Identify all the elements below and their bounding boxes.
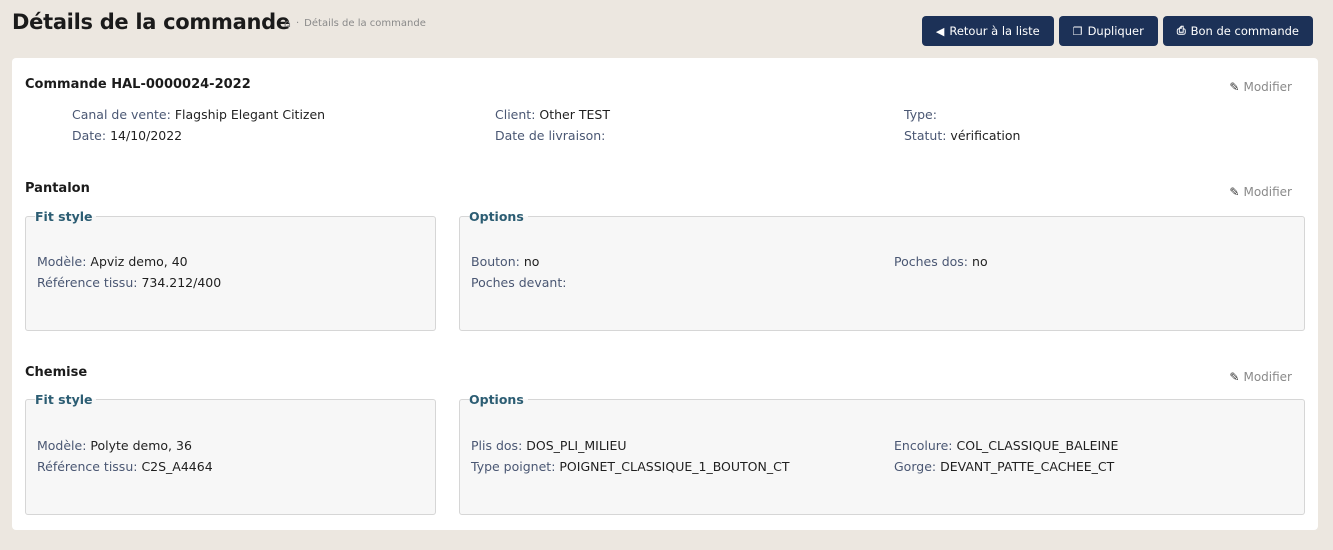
type-poignet-label: Type poignet:: [471, 459, 556, 474]
home-icon[interactable]: ⌂: [284, 17, 291, 30]
delivery-date-field: Date de livraison:: [495, 128, 605, 143]
type-poignet-value: POIGNET_CLASSIQUE_1_BOUTON_CT: [559, 459, 790, 474]
fit-style-legend: Fit style: [35, 209, 93, 224]
pantalon-fabric-field: Référence tissu: 734.212/400: [37, 275, 221, 290]
channel-label: Canal de vente:: [72, 107, 171, 122]
bouton-field: Bouton: no: [471, 254, 539, 269]
date-value: 14/10/2022: [110, 128, 183, 143]
pantalon-model-field: Modèle: Apviz demo, 40: [37, 254, 188, 269]
pencil-icon: ✎: [1229, 80, 1240, 94]
chemise-modify-link[interactable]: ✎ Modifier: [1229, 370, 1292, 384]
poches-dos-label: Poches dos:: [894, 254, 969, 269]
gorge-label: Gorge:: [894, 459, 937, 474]
bouton-label: Bouton:: [471, 254, 520, 269]
back-to-list-button[interactable]: ◀ Retour à la liste: [921, 16, 1054, 46]
breadcrumb-separator: ·: [295, 18, 300, 29]
chemise-fit-style-box: Fit style Modèle: Polyte demo, 36 Référe…: [25, 392, 436, 515]
chemise-title: Chemise: [25, 365, 88, 380]
fabric-value: 734.212/400: [141, 275, 222, 290]
poches-devant-label: Poches devant:: [471, 275, 567, 290]
gorge-field: Gorge: DEVANT_PATTE_CACHEE_CT: [894, 459, 1114, 474]
poches-devant-field: Poches devant:: [471, 275, 566, 290]
status-field: Statut: vérification: [904, 128, 1020, 143]
pantalon-modify-link[interactable]: ✎ Modifier: [1229, 185, 1292, 199]
status-value: vérification: [950, 128, 1021, 143]
client-value: Other TEST: [539, 107, 610, 122]
model-label: Modèle:: [37, 254, 87, 269]
client-field: Client: Other TEST: [495, 107, 610, 122]
encolure-label: Encolure:: [894, 438, 953, 453]
copy-icon: ❐: [1072, 24, 1083, 38]
model-value: Apviz demo, 40: [90, 254, 188, 269]
model-value: Polyte demo, 36: [90, 438, 192, 453]
status-label: Statut:: [904, 128, 947, 143]
options-legend: Options: [469, 392, 524, 407]
plis-dos-value: DOS_PLI_MILIEU: [526, 438, 627, 453]
type-poignet-field: Type poignet: POIGNET_CLASSIQUE_1_BOUTON…: [471, 459, 789, 474]
print-icon: ⎙: [1176, 24, 1186, 37]
client-label: Client:: [495, 107, 536, 122]
chemise-options-box: Options Plis dos: DOS_PLI_MILIEU Type po…: [459, 392, 1305, 515]
poches-dos-field: Poches dos: no: [894, 254, 988, 269]
fabric-label: Référence tissu:: [37, 275, 138, 290]
encolure-field: Encolure: COL_CLASSIQUE_BALEINE: [894, 438, 1118, 453]
fabric-label: Référence tissu:: [37, 459, 138, 474]
poches-dos-value: no: [972, 254, 988, 269]
pantalon-options-box: Options Bouton: no Poches devant: Poches…: [459, 209, 1305, 331]
type-label: Type:: [904, 107, 937, 122]
gorge-value: DEVANT_PATTE_CACHEE_CT: [940, 459, 1115, 474]
page-title: Détails de la commande: [12, 10, 290, 34]
pencil-icon: ✎: [1229, 185, 1240, 199]
model-label: Modèle:: [37, 438, 87, 453]
back-to-list-label: Retour à la liste: [949, 24, 1040, 38]
chemise-fabric-field: Référence tissu: C2S_A4464: [37, 459, 213, 474]
order-form-label: Bon de commande: [1190, 24, 1299, 38]
encolure-value: COL_CLASSIQUE_BALEINE: [956, 438, 1119, 453]
type-field: Type:: [904, 107, 937, 122]
chemise-model-field: Modèle: Polyte demo, 36: [37, 438, 192, 453]
order-title: Commande HAL-0000024-2022: [25, 77, 251, 92]
order-details-card: Commande HAL-0000024-2022 ✎ Modifier Can…: [12, 58, 1318, 530]
modify-label: Modifier: [1243, 185, 1292, 199]
modify-label: Modifier: [1243, 370, 1292, 384]
date-label: Date:: [72, 128, 107, 143]
bouton-value: no: [523, 254, 540, 269]
modify-label: Modifier: [1243, 80, 1292, 94]
plis-dos-label: Plis dos:: [471, 438, 523, 453]
pantalon-fit-style-box: Fit style Modèle: Apviz demo, 40 Référen…: [25, 209, 436, 331]
date-field: Date: 14/10/2022: [72, 128, 182, 143]
delivery-date-label: Date de livraison:: [495, 128, 606, 143]
channel-value: Flagship Elegant Citizen: [174, 107, 326, 122]
skip-back-icon: ◀: [935, 24, 945, 38]
channel-field: Canal de vente: Flagship Elegant Citizen: [72, 107, 325, 122]
page-header: Détails de la commande ⌂ · Détails de la…: [0, 0, 1333, 58]
duplicate-button[interactable]: ❐ Dupliquer: [1058, 16, 1158, 46]
fit-style-legend: Fit style: [35, 392, 93, 407]
fabric-value: C2S_A4464: [141, 459, 213, 474]
duplicate-label: Dupliquer: [1087, 24, 1144, 38]
order-form-button[interactable]: ⎙ Bon de commande: [1162, 16, 1313, 46]
pencil-icon: ✎: [1229, 370, 1240, 384]
breadcrumb: ⌂ · Détails de la commande: [284, 17, 426, 30]
options-legend: Options: [469, 209, 524, 224]
header-actions: ◀ Retour à la liste ❐ Dupliquer ⎙ Bon de…: [921, 16, 1313, 46]
breadcrumb-current: Détails de la commande: [304, 18, 426, 29]
plis-dos-field: Plis dos: DOS_PLI_MILIEU: [471, 438, 627, 453]
order-modify-link[interactable]: ✎ Modifier: [1229, 80, 1292, 94]
pantalon-title: Pantalon: [25, 181, 90, 196]
